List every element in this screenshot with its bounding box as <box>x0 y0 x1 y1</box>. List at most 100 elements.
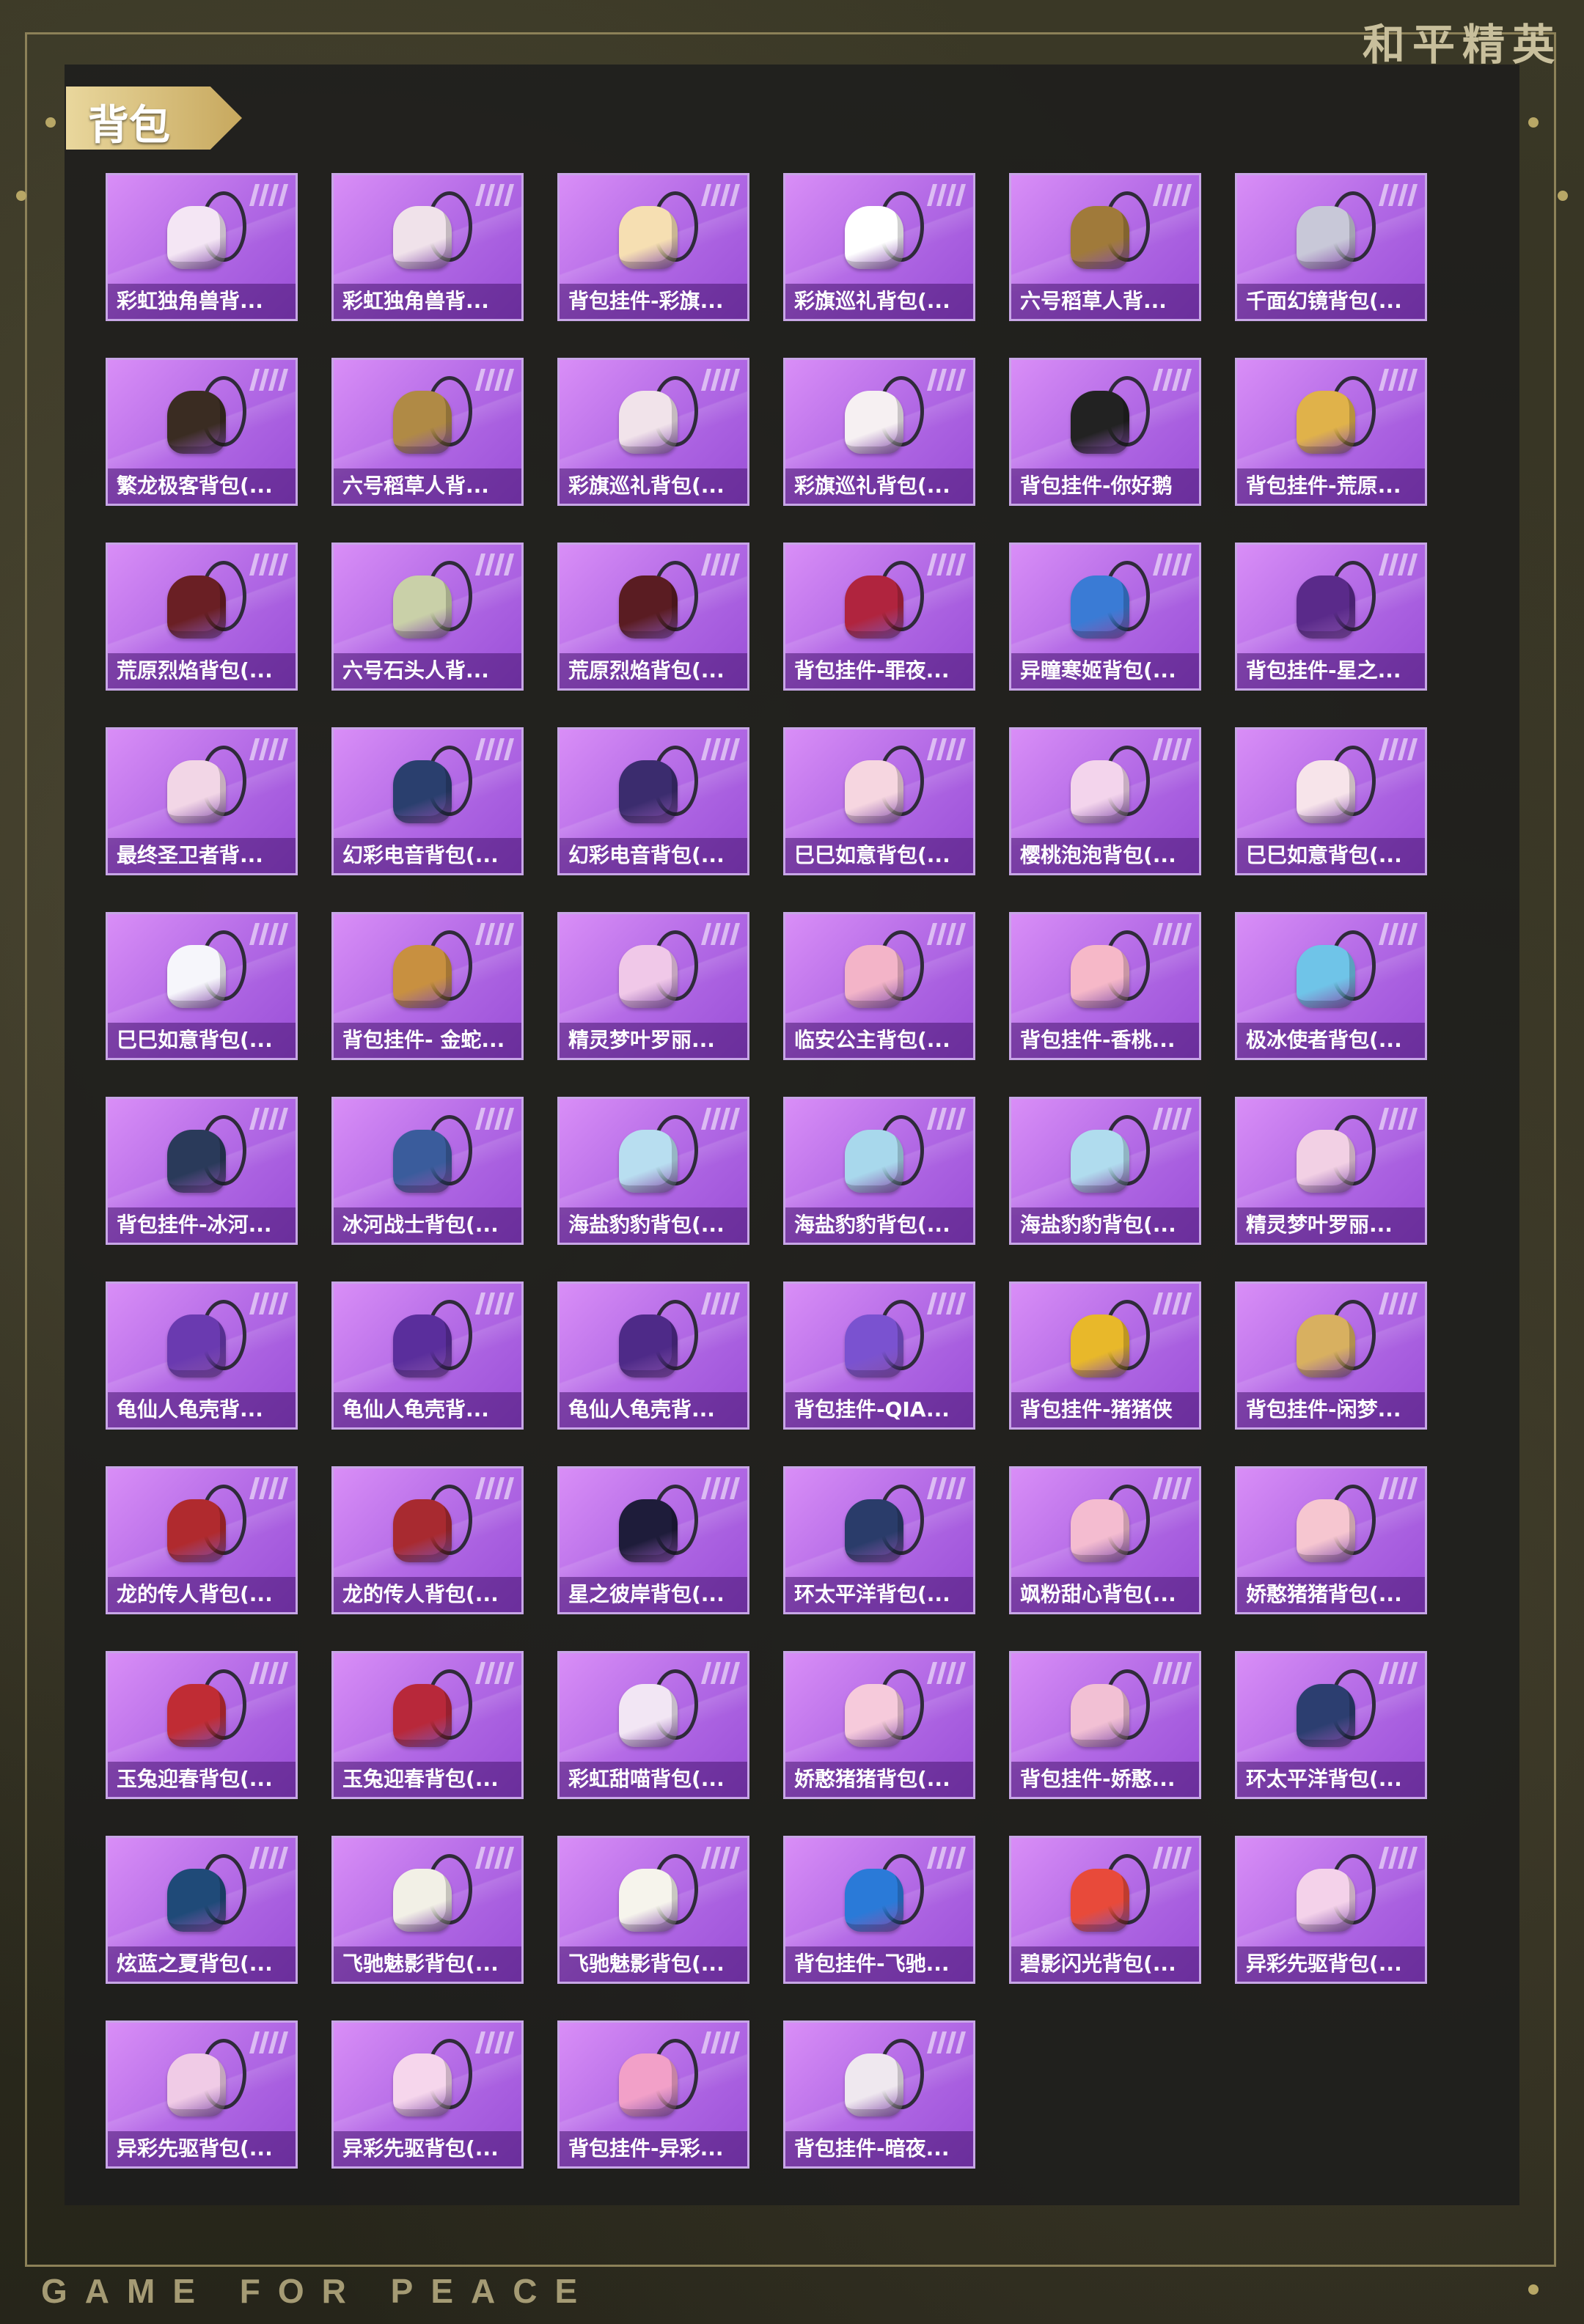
item-card[interactable]: 玉兔迎春背包(... <box>331 1651 524 1799</box>
rarity-stripes <box>1378 1292 1418 1314</box>
item-card[interactable]: 彩虹甜喵背包(... <box>557 1651 749 1799</box>
item-card[interactable]: 环太平洋背包(... <box>783 1466 975 1614</box>
brand-title: 和平精英 <box>1362 21 1562 69</box>
item-card[interactable]: 背包挂件-罪夜... <box>783 543 975 691</box>
item-card[interactable]: 飞驰魅影背包(... <box>557 1836 749 1984</box>
item-card[interactable]: 海盐豹豹背包(... <box>783 1097 975 1245</box>
seal-backpack-icon <box>610 1111 698 1199</box>
item-card[interactable]: 龟仙人龟壳背... <box>331 1281 524 1430</box>
item-card[interactable]: 巳巳如意背包(... <box>106 912 298 1060</box>
item-card[interactable]: 异瞳寒姬背包(... <box>1009 543 1201 691</box>
item-card[interactable]: 彩旗巡礼背包(... <box>557 358 749 506</box>
seal-backpack-icon <box>1062 1111 1150 1199</box>
item-card[interactable]: 背包挂件-冰河... <box>106 1097 298 1245</box>
pig-hero-charm-icon <box>1062 1295 1150 1383</box>
item-card[interactable]: 千面幻镜背包(... <box>1235 173 1427 321</box>
peach-blossom-charm-icon <box>1062 926 1150 1014</box>
item-card[interactable]: 娇憨猪猪背包(... <box>783 1651 975 1799</box>
item-label: 背包挂件-暗夜... <box>785 2131 973 2166</box>
bunny-face-backpack-icon <box>1288 1850 1376 1938</box>
rarity-stripes <box>474 738 515 760</box>
item-card[interactable]: 彩虹独角兽背... <box>106 173 298 321</box>
item-card[interactable]: 娇憨猪猪背包(... <box>1235 1466 1427 1614</box>
item-card[interactable]: 荒原烈焰背包(... <box>557 543 749 691</box>
rarity-stripes <box>474 1662 515 1684</box>
item-card[interactable]: 六号稻草人背... <box>1009 173 1201 321</box>
item-label: 彩虹独角兽背... <box>108 284 296 319</box>
item-card[interactable]: 背包挂件-你好鹅 <box>1009 358 1201 506</box>
item-label: 冰河战士背包(... <box>334 1207 521 1243</box>
item-card[interactable]: 繁龙极客背包(... <box>106 358 298 506</box>
item-card[interactable]: 冰河战士背包(... <box>331 1097 524 1245</box>
item-card[interactable]: 荒原烈焰背包(... <box>106 543 298 691</box>
item-card[interactable]: 异彩先驱背包(... <box>106 2020 298 2169</box>
item-card[interactable]: 临安公主背包(... <box>783 912 975 1060</box>
item-label: 炫蓝之夏背包(... <box>108 1946 296 1982</box>
item-card[interactable]: 海盐豹豹背包(... <box>1009 1097 1201 1245</box>
scarecrow-backpack-icon <box>1062 187 1150 275</box>
item-card[interactable]: 背包挂件-娇憨... <box>1009 1651 1201 1799</box>
item-label: 彩旗巡礼背包(... <box>560 468 747 504</box>
item-card[interactable]: 飞驰魅影背包(... <box>331 1836 524 1984</box>
item-card[interactable]: 巳巳如意背包(... <box>783 727 975 875</box>
item-label: 海盐豹豹背包(... <box>1011 1207 1199 1243</box>
rarity-stripes <box>926 554 967 576</box>
item-card[interactable]: 龙的传人背包(... <box>331 1466 524 1614</box>
item-card[interactable]: 龙的传人背包(... <box>106 1466 298 1614</box>
item-card[interactable]: 精灵梦叶罗丽... <box>1235 1097 1427 1245</box>
item-card[interactable]: 炫蓝之夏背包(... <box>106 1836 298 1984</box>
item-card[interactable]: 背包挂件-猪猪侠 <box>1009 1281 1201 1430</box>
item-card[interactable]: 背包挂件-星之... <box>1235 543 1427 691</box>
rarity-stripes <box>1152 923 1192 945</box>
item-label: 背包挂件-猪猪侠 <box>1011 1392 1199 1427</box>
item-card[interactable]: 星之彼岸背包(... <box>557 1466 749 1614</box>
rarity-stripes <box>249 554 289 576</box>
item-card[interactable]: 巳巳如意背包(... <box>1235 727 1427 875</box>
item-card[interactable]: 背包挂件-香桃... <box>1009 912 1201 1060</box>
item-card[interactable]: 彩旗巡礼背包(... <box>783 173 975 321</box>
item-card[interactable]: 背包挂件-暗夜... <box>783 2020 975 2169</box>
item-label: 幻彩电音背包(... <box>334 838 521 873</box>
item-label: 精灵梦叶罗丽... <box>1237 1207 1425 1243</box>
item-card[interactable]: 异彩先驱背包(... <box>331 2020 524 2169</box>
item-card[interactable]: 背包挂件-QIA... <box>783 1281 975 1430</box>
item-card[interactable]: 彩旗巡礼背包(... <box>783 358 975 506</box>
item-card[interactable]: 背包挂件-异彩... <box>557 2020 749 2169</box>
item-card[interactable]: 碧影闪光背包(... <box>1009 1836 1201 1984</box>
item-card[interactable]: 环太平洋背包(... <box>1235 1651 1427 1799</box>
item-label: 背包挂件-香桃... <box>1011 1023 1199 1058</box>
item-card[interactable]: 幻彩电音背包(... <box>331 727 524 875</box>
rarity-stripes <box>249 738 289 760</box>
sun-charm-icon <box>1288 372 1376 460</box>
item-card[interactable]: 六号石头人背... <box>331 543 524 691</box>
item-card[interactable]: 精灵梦叶罗丽... <box>557 912 749 1060</box>
item-card[interactable]: 背包挂件- 金蛇... <box>331 912 524 1060</box>
item-card[interactable]: 海盐豹豹背包(... <box>557 1097 749 1245</box>
rarity-stripes <box>249 1847 289 1869</box>
item-card[interactable]: 背包挂件-闲梦... <box>1235 1281 1427 1430</box>
item-card[interactable]: 幻彩电音背包(... <box>557 727 749 875</box>
item-card[interactable]: 玉兔迎春背包(... <box>106 1651 298 1799</box>
item-card[interactable]: 樱桃泡泡背包(... <box>1009 727 1201 875</box>
flower-backpack-icon <box>836 926 924 1014</box>
item-label: 海盐豹豹背包(... <box>785 1207 973 1243</box>
item-card[interactable]: 最终圣卫者背... <box>106 727 298 875</box>
mech-backpack-icon <box>836 1480 924 1568</box>
rarity-stripes <box>700 1108 741 1130</box>
item-card[interactable]: 背包挂件-彩旗... <box>557 173 749 321</box>
rarity-stripes <box>700 1477 741 1499</box>
pig-backpack-icon <box>836 1665 924 1753</box>
item-card[interactable]: 异彩先驱背包(... <box>1235 1836 1427 1984</box>
item-card[interactable]: 龟仙人龟壳背... <box>106 1281 298 1430</box>
item-card[interactable]: 背包挂件-荒原... <box>1235 358 1427 506</box>
rarity-stripes <box>1152 738 1192 760</box>
item-card[interactable]: 六号稻草人背... <box>331 358 524 506</box>
item-label: 龟仙人龟壳背... <box>334 1392 521 1427</box>
item-card[interactable]: 龟仙人龟壳背... <box>557 1281 749 1430</box>
item-card[interactable]: 飒粉甜心背包(... <box>1009 1466 1201 1614</box>
speaker-backpack-icon <box>610 741 698 829</box>
item-card[interactable]: 彩虹独角兽背... <box>331 173 524 321</box>
rarity-stripes <box>1152 1847 1192 1869</box>
item-card[interactable]: 极冰使者背包(... <box>1235 912 1427 1060</box>
item-card[interactable]: 背包挂件-飞驰... <box>783 1836 975 1984</box>
